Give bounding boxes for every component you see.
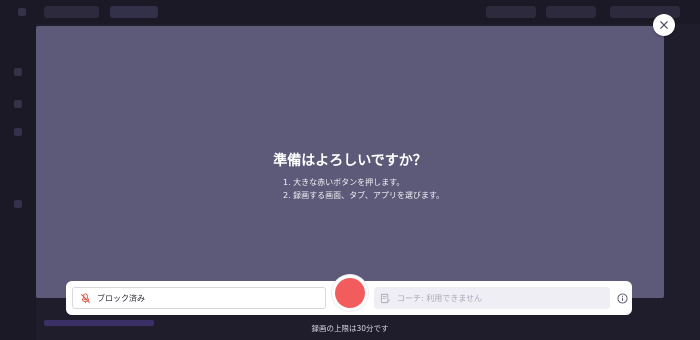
background-sidebar-icon [14, 200, 22, 208]
coach-notes-icon [380, 293, 391, 303]
background-chip [546, 6, 596, 18]
microphone-select[interactable]: ブロック済み [72, 287, 326, 309]
mic-blocked-icon [81, 292, 90, 303]
background-topbar [0, 0, 700, 24]
background-chip [44, 6, 99, 18]
coach-placeholder-label: コーチ: 利用できません [397, 293, 482, 303]
coach-field: コーチ: 利用できません [374, 287, 610, 309]
recording-control-bar: ブロック済み コーチ: 利用できません [66, 275, 632, 315]
record-button[interactable] [335, 278, 365, 308]
info-icon [616, 292, 628, 304]
background-menu-icon [18, 8, 26, 16]
instruction-step-2: 2. 録画する画面、タブ、アプリを選びます。 [283, 191, 445, 200]
ready-title: 準備はよろしいですか？ [273, 153, 427, 169]
instruction-steps: 1. 大きな赤いボタンを押します。 2. 録画する画面、タブ、アプリを選びます。 [283, 176, 444, 202]
background-chip [486, 6, 536, 18]
recording-limit-text: 録画の上限は30分です [311, 324, 389, 333]
info-button[interactable] [616, 292, 628, 304]
background-sidebar [0, 24, 36, 340]
background-sidebar-icon [14, 68, 22, 76]
microphone-status-label: ブロック済み [97, 293, 145, 303]
instruction-step-1: 1. 大きな赤いボタンを押します。 [283, 178, 405, 187]
background-chip [110, 6, 158, 18]
close-button[interactable] [653, 14, 675, 36]
background-sidebar-icon [14, 100, 22, 108]
background-sidebar-icon [14, 128, 22, 136]
close-icon [660, 21, 668, 29]
record-button-ring [332, 275, 368, 311]
